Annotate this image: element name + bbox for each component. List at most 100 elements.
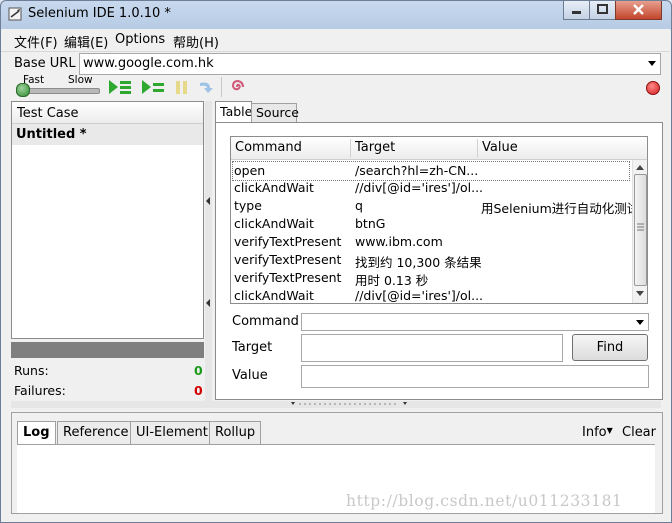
- row-target: btnG: [355, 216, 386, 231]
- failures-label: Failures:: [14, 383, 66, 398]
- speed-slider-handle[interactable]: [16, 83, 30, 97]
- command-field[interactable]: [301, 313, 649, 331]
- row-command: verifyTextPresent: [234, 270, 342, 285]
- tab-log[interactable]: Log: [17, 421, 56, 444]
- test-case-item[interactable]: Untitled *: [12, 124, 203, 145]
- maximize-icon: [597, 4, 608, 14]
- failures-count: 0: [194, 383, 203, 398]
- row-target: q: [355, 198, 363, 213]
- scroll-down-icon[interactable]: [636, 291, 644, 296]
- test-case-header-label: Test Case: [17, 106, 79, 121]
- record-button[interactable]: [646, 81, 660, 95]
- menu-file[interactable]: 文件(F): [14, 32, 58, 51]
- tab-reference[interactable]: Reference: [57, 421, 135, 444]
- base-url-label: Base URL: [14, 56, 76, 71]
- pause-icon: [176, 81, 187, 94]
- info-label: Info: [582, 425, 607, 440]
- toolbar-divider: [221, 77, 222, 97]
- horizontal-splitter[interactable]: [11, 401, 661, 408]
- runs-count: 0: [194, 363, 203, 378]
- row-target: /search?hl=zh-CN...: [355, 163, 479, 178]
- collapse-arrow-icon: [206, 299, 210, 307]
- minimize-button[interactable]: [563, 1, 590, 20]
- table-header: Command Target Value: [231, 137, 647, 160]
- pause-button[interactable]: [175, 80, 189, 95]
- row-command: verifyTextPresent: [234, 252, 342, 267]
- chevron-down-icon: ▼: [606, 426, 613, 435]
- table-row[interactable]: verifyTextPresent www.ibm.com: [234, 233, 626, 251]
- table-row[interactable]: verifyTextPresent 找到约 10,300 条结果: [234, 251, 626, 270]
- base-url-value: www.google.com.hk: [83, 56, 214, 71]
- table-row[interactable]: clickAndWait //div[@id='ires']/ol...: [234, 179, 626, 197]
- row-target: //div[@id='ires']/ol...: [355, 288, 484, 303]
- menu-help[interactable]: 帮助(H): [173, 32, 219, 51]
- table-row[interactable]: verifyTextPresent 用时 0.13 秒: [234, 269, 626, 288]
- watermark: http://blog.csdn.net/u011233181: [346, 492, 623, 510]
- table-scrollbar[interactable]: [632, 160, 647, 303]
- test-case-item-label: Untitled *: [16, 127, 87, 142]
- row-command: verifyTextPresent: [234, 234, 342, 249]
- tab-source-label: Source: [256, 105, 299, 120]
- app-icon: [8, 7, 22, 21]
- find-button[interactable]: Find: [572, 334, 648, 361]
- table-row[interactable]: type q 用Selenium进行自动化测试: [234, 197, 639, 216]
- chevron-down-icon: [648, 61, 656, 66]
- speed-slow-label: Slow: [68, 74, 93, 86]
- row-command: clickAndWait: [234, 180, 314, 195]
- base-url-field[interactable]: www.google.com.hk: [79, 53, 661, 75]
- row-target: www.ibm.com: [355, 234, 443, 249]
- command-table: Command Target Value open /search?hl=zh-…: [230, 136, 648, 304]
- step-button[interactable]: [198, 80, 214, 95]
- column-header-command[interactable]: Command: [235, 140, 302, 155]
- play-testcase-button[interactable]: [141, 79, 167, 96]
- row-command: open: [234, 163, 266, 178]
- vertical-splitter[interactable]: [205, 101, 212, 401]
- tab-rollup[interactable]: Rollup: [209, 421, 262, 444]
- target-label: Target: [232, 340, 273, 355]
- menu-edit[interactable]: 编辑(E): [64, 32, 108, 51]
- value-field[interactable]: [301, 365, 649, 388]
- table-row[interactable]: clickAndWait //div[@id='ires']/ol...: [234, 287, 626, 303]
- test-case-header: Test Case: [12, 102, 203, 124]
- menu-options[interactable]: Options: [115, 32, 165, 47]
- close-button[interactable]: [615, 1, 662, 20]
- column-header-value[interactable]: Value: [482, 140, 518, 155]
- toolbar: Fast Slow: [1, 74, 670, 100]
- spiral-icon: [231, 79, 244, 91]
- scroll-up-icon[interactable]: [636, 165, 644, 170]
- row-command: clickAndWait: [234, 216, 314, 231]
- scroll-thumb[interactable]: [634, 174, 647, 286]
- column-header-target[interactable]: Target: [355, 140, 395, 155]
- clear-button[interactable]: Clear: [622, 425, 656, 440]
- info-dropdown[interactable]: Info▼: [582, 425, 613, 440]
- step-icon: [200, 82, 213, 93]
- minimize-icon: [572, 11, 581, 14]
- row-command: type: [234, 198, 262, 213]
- window-title: Selenium IDE 1.0.10 *: [28, 6, 171, 21]
- grip-icon: [637, 223, 644, 231]
- table-row[interactable]: clickAndWait btnG: [234, 215, 626, 233]
- splitter-grip-icon: [291, 402, 407, 405]
- column-divider: [477, 139, 478, 157]
- close-icon: [633, 4, 644, 15]
- table-row[interactable]: open /search?hl=zh-CN...: [232, 161, 630, 181]
- base-url-bar: Base URL www.google.com.hk: [1, 51, 670, 76]
- row-target: //div[@id='ires']/ol...: [355, 180, 484, 195]
- tab-ui-element[interactable]: UI-Element: [130, 421, 214, 444]
- play-testcase-icon: [142, 80, 164, 94]
- play-suite-icon: [109, 80, 131, 94]
- test-case-panel: Test Case Untitled *: [11, 101, 204, 339]
- menu-bar: 文件(F) 编辑(E) Options 帮助(H): [1, 29, 670, 51]
- value-label: Value: [232, 368, 268, 383]
- tab-source[interactable]: Source: [251, 103, 299, 123]
- tab-table[interactable]: Table: [215, 101, 252, 123]
- rollup-button[interactable]: [229, 78, 245, 95]
- maximize-button[interactable]: [589, 1, 616, 20]
- play-suite-button[interactable]: [108, 79, 134, 96]
- progress-bar: [11, 342, 204, 358]
- row-command: clickAndWait: [234, 288, 314, 303]
- chevron-down-icon: [636, 320, 644, 325]
- target-field[interactable]: [301, 334, 563, 362]
- collapse-arrow-icon: [206, 197, 210, 205]
- command-label: Command: [232, 314, 299, 329]
